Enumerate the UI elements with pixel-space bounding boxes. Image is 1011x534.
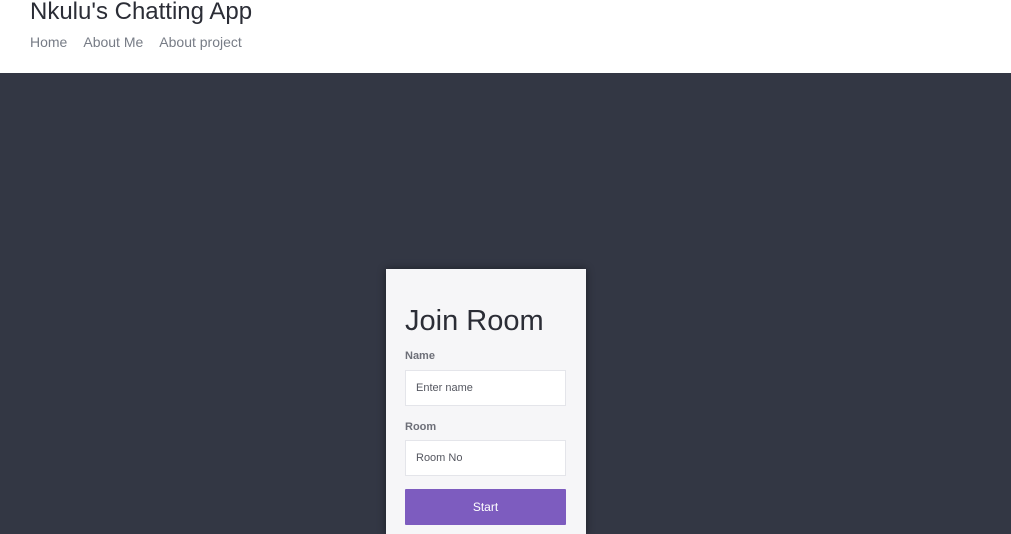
nav-link-home[interactable]: Home (30, 33, 67, 51)
join-room-title: Join Room (405, 305, 544, 337)
start-button[interactable]: Start (405, 489, 566, 525)
top-header: Nkulu's Chatting App Home About Me About… (0, 0, 1011, 73)
main-nav: Home About Me About project (30, 33, 242, 51)
room-label: Room (405, 421, 437, 433)
name-input[interactable] (405, 370, 566, 406)
room-input[interactable] (405, 440, 566, 476)
join-room-card: Join Room Name Room Start (386, 269, 586, 534)
nav-link-about-me[interactable]: About Me (83, 33, 143, 51)
app-title: Nkulu's Chatting App (30, 0, 253, 25)
name-label: Name (405, 350, 435, 362)
nav-link-about-project[interactable]: About project (159, 33, 242, 51)
